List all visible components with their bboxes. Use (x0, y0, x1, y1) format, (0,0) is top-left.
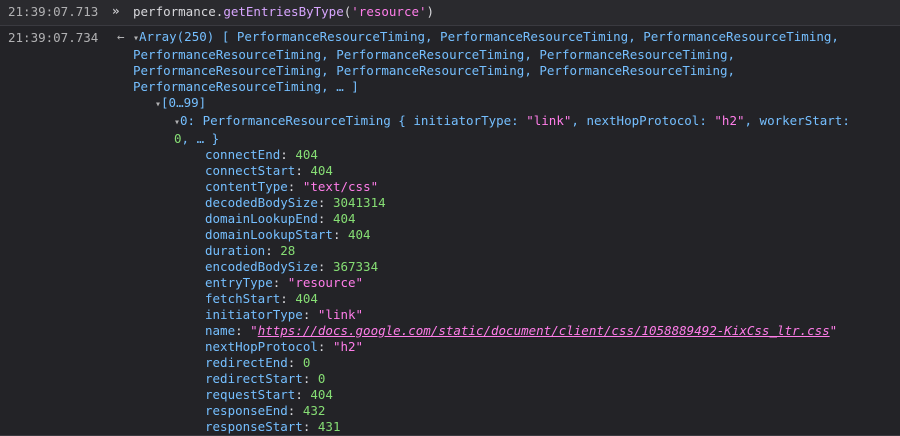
property-key: duration (205, 243, 266, 258)
item-0-tail-number: 0 (174, 131, 182, 146)
item-0-tail: 0, … } (0, 131, 900, 147)
property-row: initiatorType: "link" (0, 307, 900, 323)
property-key: fetchStart (205, 291, 281, 306)
array-summary[interactable]: ▾Array(250) [ PerformanceResourceTiming,… (133, 29, 900, 95)
property-value: "resource" (287, 275, 364, 290)
range-label: [0…99] (161, 95, 207, 110)
property-colon: : (287, 403, 303, 418)
property-key: requestStart (205, 387, 296, 402)
command-paren-close: ) (426, 4, 435, 19)
property-value-quote-open: " (250, 323, 258, 338)
property-value: "text/css" (302, 179, 379, 194)
item-0-initiator: "link" (526, 113, 572, 128)
property-value-quote-close: " (829, 323, 838, 338)
property-value: 404 (332, 211, 356, 226)
property-key: nextHopProtocol (205, 339, 318, 354)
property-key: encodedBodySize (205, 259, 318, 274)
console-input-entry[interactable]: 21:39:07.713 » performance.getEntriesByT… (0, 0, 900, 26)
property-value: 404 (295, 147, 318, 162)
property-colon: : (287, 179, 303, 194)
property-key: connectEnd (205, 147, 281, 162)
property-row: redirectStart: 0 (0, 371, 900, 387)
property-row: responseEnd: 432 (0, 403, 900, 419)
property-colon: : (235, 323, 251, 338)
property-value: 432 (302, 403, 326, 418)
property-row: domainLookupEnd: 404 (0, 211, 900, 227)
property-key: decodedBodySize (205, 195, 318, 210)
property-value: "h2" (332, 339, 364, 354)
console-command[interactable]: performance.getEntriesByType('resource') (133, 4, 434, 19)
prompt-chevron-icon: » (112, 3, 120, 18)
property-colon: : (317, 211, 333, 226)
property-value: 404 (295, 291, 318, 306)
console-output-entry: 21:39:07.734 ← ▾Array(250) [ Performance… (0, 26, 900, 436)
property-row: redirectEnd: 0 (0, 355, 900, 371)
property-row: decodedBodySize: 3041314 (0, 195, 900, 211)
property-row: entryType: "resource" (0, 275, 900, 291)
property-key: initiatorType (205, 307, 303, 322)
property-row: contentType: "text/css" (0, 179, 900, 195)
web-console: 21:39:07.713 » performance.getEntriesByT… (0, 0, 900, 436)
property-colon: : (280, 147, 296, 162)
property-value: 3041314 (332, 195, 386, 210)
property-value: 0 (317, 371, 326, 386)
property-key: domainLookupStart (205, 227, 333, 242)
command-method: getEntriesByType (223, 4, 344, 19)
property-colon: : (317, 259, 333, 274)
property-row: duration: 28 (0, 243, 900, 259)
range-node[interactable]: ▾[0…99] (0, 95, 900, 113)
property-value: 404 (310, 387, 333, 402)
property-key: redirectEnd (205, 355, 288, 370)
item-0-node[interactable]: ▾0: PerformanceResourceTiming { initiato… (0, 113, 900, 131)
property-key: name (205, 323, 236, 338)
property-value: 28 (280, 243, 296, 258)
property-colon: : (272, 275, 288, 290)
property-colon: : (295, 387, 311, 402)
item-0-index: 0: (180, 113, 196, 128)
item-0-protocol: "h2" (714, 113, 745, 128)
property-row: responseStart: 431 (0, 419, 900, 435)
property-value: 0 (302, 355, 311, 370)
property-colon: : (287, 355, 303, 370)
property-value: 404 (310, 163, 333, 178)
command-object: performance. (133, 4, 224, 19)
property-row: nextHopProtocol: "h2" (0, 339, 900, 355)
property-key: redirectStart (205, 371, 303, 386)
property-value: "link" (317, 307, 364, 322)
property-colon: : (332, 227, 348, 242)
property-value: 404 (348, 227, 371, 242)
property-row: name: "https://docs.google.com/static/do… (0, 323, 900, 339)
property-row: connectStart: 404 (0, 163, 900, 179)
property-key: connectStart (205, 163, 296, 178)
property-value: 367334 (332, 259, 379, 274)
property-colon: : (317, 339, 333, 354)
property-key: responseEnd (205, 403, 288, 418)
property-row: requestStart: 404 (0, 387, 900, 403)
property-row: connectEnd: 404 (0, 147, 900, 163)
property-colon: : (302, 371, 318, 386)
property-row: fetchStart: 404 (0, 291, 900, 307)
item-0-prefix: PerformanceResourceTiming { initiatorTyp… (195, 113, 527, 128)
command-argument: 'resource' (351, 4, 427, 19)
property-colon: : (302, 307, 318, 322)
property-row: domainLookupStart: 404 (0, 227, 900, 243)
output-timestamp: 21:39:07.734 (8, 30, 99, 45)
item-0-mid: , nextHopProtocol: (571, 113, 715, 128)
property-colon: : (265, 243, 281, 258)
property-colon: : (317, 195, 333, 210)
item-0-tail-rest: , … } (181, 131, 220, 146)
property-key: entryType (205, 275, 273, 290)
property-colon: : (280, 291, 296, 306)
property-row: encodedBodySize: 367334 (0, 259, 900, 275)
property-value-link[interactable]: https://docs.google.com/static/document/… (258, 323, 830, 338)
item-0-suffix: , workerStart: (744, 113, 850, 128)
property-colon: : (295, 163, 311, 178)
array-summary-text: Array(250) [ PerformanceResourceTiming, … (133, 29, 839, 94)
property-key: contentType (205, 179, 288, 194)
property-key: domainLookupEnd (205, 211, 318, 226)
property-list: connectEnd: 404 connectStart: 404 contentT… (0, 147, 900, 435)
input-timestamp: 21:39:07.713 (8, 4, 99, 19)
return-arrow-icon: ← (117, 29, 125, 44)
